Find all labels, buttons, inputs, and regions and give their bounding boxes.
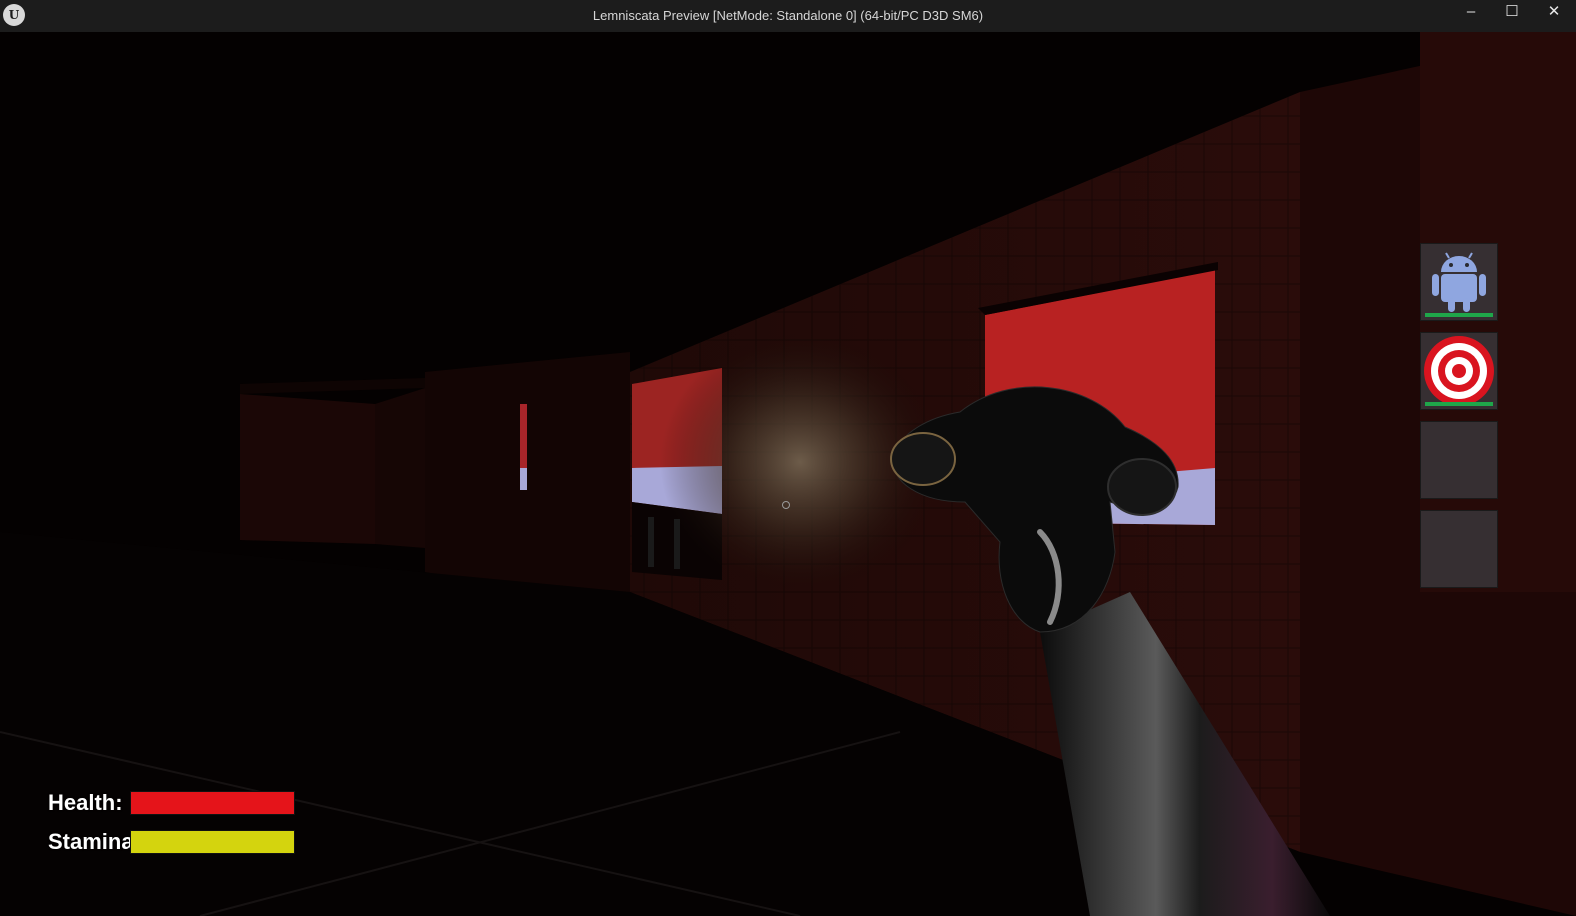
scene-render: [0, 32, 1576, 916]
health-bar-fill: [131, 792, 294, 814]
game-viewport[interactable]: Health: Stamina:: [0, 32, 1576, 916]
maximize-button[interactable]: ☐: [1491, 0, 1533, 24]
minimize-button[interactable]: –: [1450, 0, 1492, 24]
title-bar[interactable]: U Lemniscata Preview [NetMode: Standalon…: [0, 0, 1576, 32]
stamina-label: Stamina:: [48, 829, 141, 854]
inventory-slot-2[interactable]: [1420, 332, 1498, 410]
window-post: [648, 517, 654, 567]
distant-window-sky: [520, 468, 527, 490]
flashlight-lens: [890, 432, 956, 486]
game-window: U Lemniscata Preview [NetMode: Standalon…: [0, 0, 1576, 916]
durability-bar: [1425, 313, 1493, 317]
health-label: Health:: [48, 790, 123, 815]
flashlight-tail: [1107, 458, 1177, 516]
health-bar: [130, 791, 295, 815]
stamina-bar: [130, 830, 295, 854]
corridor-left-wall: [425, 352, 630, 612]
durability-bar: [1425, 402, 1493, 406]
left-room-side: [375, 388, 425, 548]
close-button[interactable]: ✕: [1533, 0, 1575, 24]
inventory-slot-4[interactable]: [1420, 510, 1498, 588]
crosshair-circle-icon: [782, 501, 790, 509]
stamina-bar-fill: [131, 831, 294, 853]
inventory-slot-1[interactable]: [1420, 243, 1498, 321]
inventory-slot-3[interactable]: [1420, 421, 1498, 499]
inventory-panel: [1420, 243, 1498, 599]
target-bullseye-icon: [1424, 336, 1494, 405]
left-room-wall: [240, 394, 375, 544]
window-title: Lemniscata Preview [NetMode: Standalone …: [592, 8, 984, 23]
android-robot-icon: [1432, 252, 1486, 312]
